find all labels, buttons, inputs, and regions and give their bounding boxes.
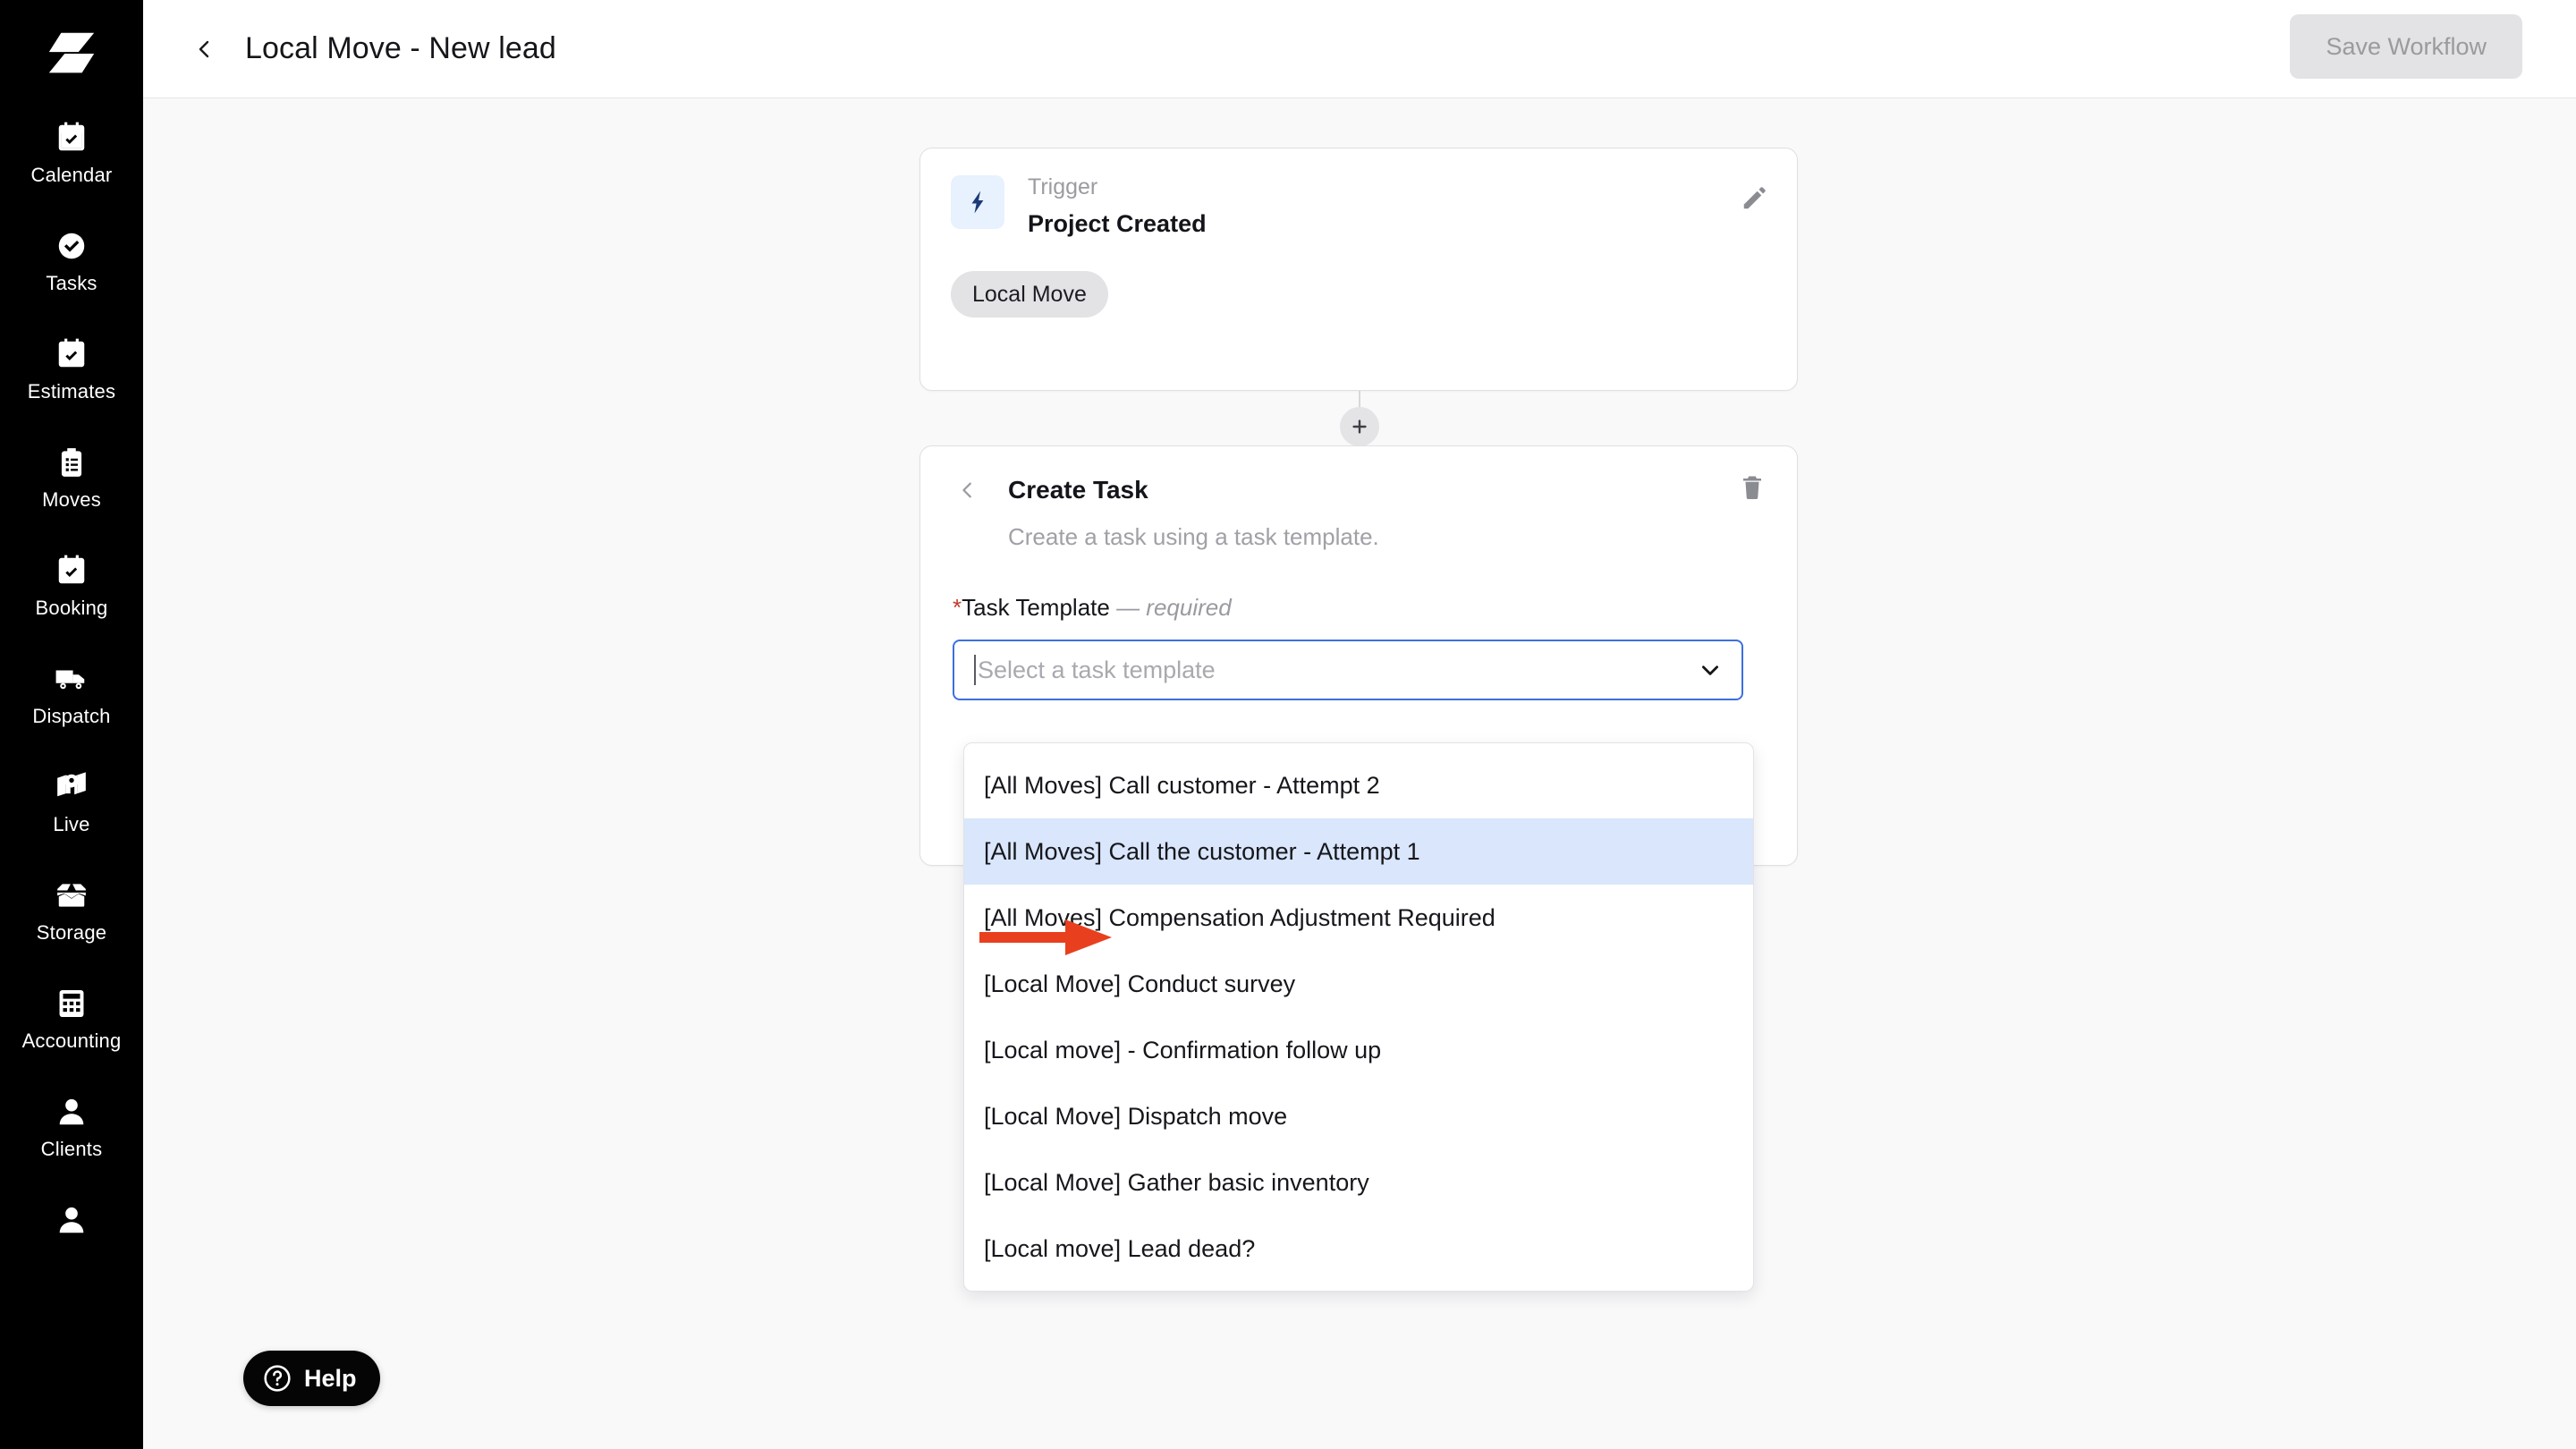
sidebar-item-account[interactable] [0,1190,143,1260]
dropdown-option[interactable]: [All Moves] Call the customer - Attempt … [964,818,1753,885]
trigger-name: Project Created [1028,209,1207,237]
sidebar-item-label: Live [53,813,90,835]
lightning-bolt-icon [951,175,1004,229]
trash-icon [1743,476,1761,499]
required-note: — required [1116,594,1232,621]
add-step-button[interactable] [1340,407,1379,446]
sidebar-item-booking[interactable]: Booking [0,540,143,631]
trigger-card[interactable]: Trigger Project Created Local Move [919,148,1798,391]
dropdown-option[interactable]: [All Moves] Compensation Adjustment Requ… [964,885,1753,951]
sidebar-item-clients[interactable]: Clients [0,1081,143,1172]
dropdown-option[interactable]: [All Moves] Call customer - Attempt 2 [964,752,1753,818]
task-template-label-text: Task Template [962,594,1110,621]
dropdown-option[interactable]: [Local Move] Gather basic inventory [964,1149,1753,1216]
sidebar-nav-list: Calendar Tasks Estimates Moves Booking D… [0,107,143,1278]
help-label: Help [304,1364,357,1392]
app-root: Calendar Tasks Estimates Moves Booking D… [0,0,2576,1449]
trigger-header-row: Trigger Project Created [951,174,1767,237]
workflow-canvas: Trigger Project Created Local Move Creat… [143,98,2576,1449]
text-caret [974,655,976,685]
sidebar-item-live[interactable]: Live [0,757,143,847]
save-workflow-button[interactable]: Save Workflow [2290,14,2522,79]
sidebar-item-accounting[interactable]: Accounting [0,973,143,1063]
dropdown-option[interactable]: [Local Move] Conduct survey [964,951,1753,1017]
dropdown-option[interactable]: [Local move] - Confirmation follow up [964,1017,1753,1083]
trigger-card-body: Trigger Project Created Local Move [920,148,1797,390]
trigger-kicker: Trigger [1028,174,1098,199]
calendar-check-icon [54,120,89,156]
primary-sidebar: Calendar Tasks Estimates Moves Booking D… [0,0,143,1449]
sidebar-item-label: Clients [40,1138,103,1160]
sidebar-item-label: Storage [36,921,107,944]
calculator-icon [54,986,89,1021]
sidebar-item-tasks[interactable]: Tasks [0,216,143,306]
person-icon [54,1094,89,1130]
pencil-icon [1743,187,1766,209]
question-circle-icon [263,1364,292,1393]
edit-trigger-button[interactable] [1738,182,1770,215]
task-template-dropdown[interactable]: [All Moves] Call customer - Attempt 2 [A… [963,742,1754,1292]
sidebar-item-label: Booking [35,597,108,619]
sidebar-item-label: Dispatch [32,705,111,727]
dropdown-option[interactable]: [Local move] Lead dead? [964,1216,1753,1282]
app-logo[interactable] [0,0,143,107]
chevron-down-icon[interactable] [1699,658,1722,682]
chevron-left-icon [962,482,971,498]
chevron-left-icon [199,40,209,57]
required-star: * [953,594,962,621]
page-header: Local Move - New lead Save Workflow [143,0,2576,98]
task-template-placeholder: Select a task template [978,656,1216,683]
sidebar-item-label: Tasks [46,272,97,294]
page-title: Local Move - New lead [245,31,556,65]
check-circle-icon [54,228,89,264]
help-button[interactable]: Help [243,1351,380,1406]
calendar-check-icon [54,336,89,372]
task-template-select[interactable]: Select a task template [953,640,1743,700]
back-button[interactable] [190,34,220,64]
truck-icon [54,661,89,697]
smartmoving-bolt-logo-icon [48,32,95,73]
trigger-texts: Trigger Project Created [1028,174,1207,237]
delete-step-button[interactable] [1736,471,1768,504]
create-task-subtitle: Create a task using a task template. [1008,523,1379,550]
create-task-header: Create Task [953,475,1765,505]
create-task-title: Create Task [1008,476,1148,504]
plus-icon [1352,419,1367,434]
sidebar-item-estimates[interactable]: Estimates [0,324,143,414]
clipboard-list-icon [54,445,89,480]
sidebar-item-calendar[interactable]: Calendar [0,107,143,198]
main-pane: Local Move - New lead Save Workflow Trig… [143,0,2576,1449]
sidebar-item-dispatch[interactable]: Dispatch [0,648,143,739]
dropdown-option[interactable]: [Local Move] Dispatch move [964,1083,1753,1149]
calendar-check-icon [54,553,89,589]
person-icon [54,1202,89,1238]
sidebar-item-moves[interactable]: Moves [0,432,143,522]
sidebar-item-label: Moves [42,488,101,511]
trigger-condition-chip: Local Move [951,271,1108,318]
open-box-icon [54,877,89,913]
sidebar-item-label: Accounting [21,1030,122,1052]
sidebar-item-label: Calendar [30,164,113,186]
sidebar-item-label: Estimates [27,380,116,402]
map-pin-icon [54,769,89,805]
sidebar-item-storage[interactable]: Storage [0,865,143,955]
task-back-button[interactable] [953,475,983,505]
task-template-label: *Task Template — required [953,594,1765,622]
